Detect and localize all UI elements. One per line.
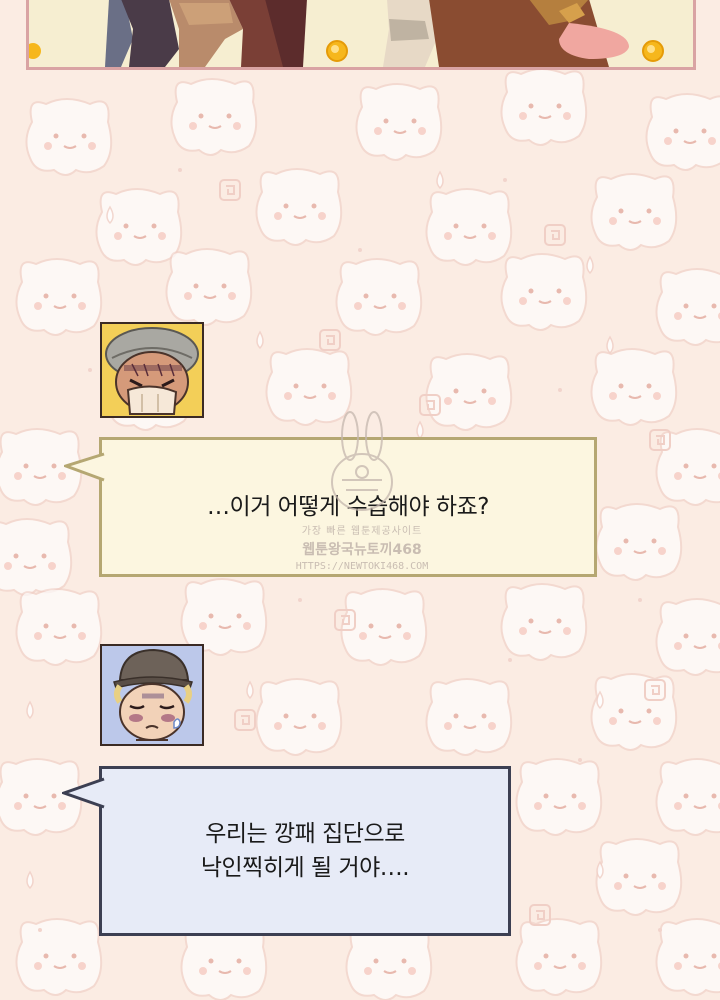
watermark-url: HTTPS://NEWTOKI468.COM [295,561,429,572]
site-watermark: 가장 빠른 웹툰제공사이트 웹툰왕국뉴토끼468 HTTPS://NEWTOKI… [292,410,432,585]
dialogue-line-2b: 낙인찍히게 될 거야…. [200,855,410,881]
speech-bubble-tail [64,452,105,482]
character-portrait-grey-cap [100,322,204,418]
dialogue-line-2: 우리는 깡패 집단으로 낙인찍히게 될 거야…. [200,817,410,885]
speech-bubble-2: 우리는 깡패 집단으로 낙인찍히게 될 거야…. [62,766,511,936]
character-portrait-flat-cap [100,644,204,746]
top-comic-panel [26,0,696,70]
flat-cap-character-icon [102,646,202,744]
grey-cap-character-icon [102,324,202,416]
watermark-name: 웹툰왕국뉴토끼468 [302,542,422,558]
rabbit-emblem-icon [331,411,393,511]
watermark-tagline: 가장 빠른 웹툰제공사이트 [301,526,423,537]
speech-bubble-tail [62,777,105,809]
dialogue-line-2a: 우리는 깡패 집단으로 [205,821,405,847]
panel-artwork [29,0,693,67]
